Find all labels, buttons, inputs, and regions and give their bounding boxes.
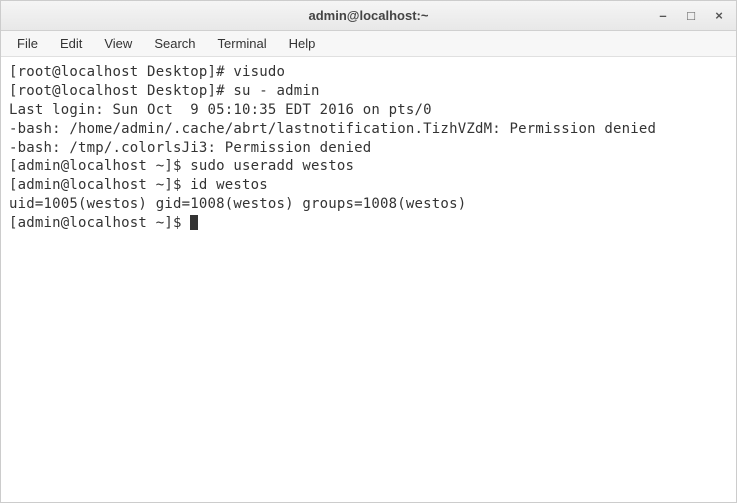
minimize-button[interactable]: – [656, 9, 670, 23]
window-controls: – □ × [656, 9, 726, 23]
terminal-line: uid=1005(westos) gid=1008(westos) groups… [9, 195, 728, 214]
terminal-line: Last login: Sun Oct 9 05:10:35 EDT 2016 … [9, 101, 728, 120]
menu-terminal[interactable]: Terminal [208, 33, 277, 54]
menu-edit[interactable]: Edit [50, 33, 92, 54]
terminal-line: -bash: /home/admin/.cache/abrt/lastnotif… [9, 120, 728, 139]
maximize-button[interactable]: □ [684, 9, 698, 23]
terminal-window: admin@localhost:~ – □ × File Edit View S… [0, 0, 737, 503]
terminal-line: [admin@localhost ~]$ sudo useradd westos [9, 157, 728, 176]
terminal-line: -bash: /tmp/.colorlsJi3: Permission deni… [9, 139, 728, 158]
cursor-icon [190, 215, 198, 230]
menu-search[interactable]: Search [144, 33, 205, 54]
menu-help[interactable]: Help [279, 33, 326, 54]
terminal-line: [admin@localhost ~]$ id westos [9, 176, 728, 195]
terminal-prompt-line: [admin@localhost ~]$ [9, 214, 728, 233]
window-title: admin@localhost:~ [9, 8, 728, 23]
terminal-prompt: [admin@localhost ~]$ [9, 215, 190, 231]
menubar: File Edit View Search Terminal Help [1, 31, 736, 57]
terminal-output[interactable]: [root@localhost Desktop]# visudo [root@l… [1, 57, 736, 502]
menu-view[interactable]: View [94, 33, 142, 54]
terminal-line: [root@localhost Desktop]# su - admin [9, 82, 728, 101]
terminal-line: [root@localhost Desktop]# visudo [9, 63, 728, 82]
menu-file[interactable]: File [7, 33, 48, 54]
close-button[interactable]: × [712, 9, 726, 23]
titlebar: admin@localhost:~ – □ × [1, 1, 736, 31]
